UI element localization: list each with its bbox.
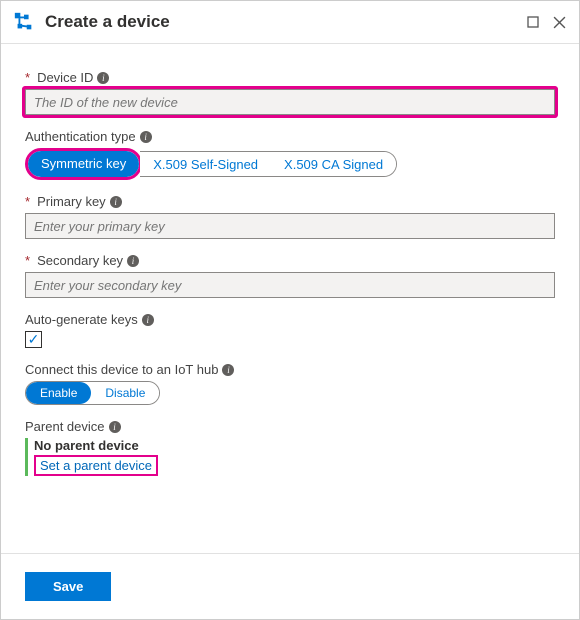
panel-title: Create a device [45,12,515,32]
auth-type-label: Authentication type i [25,129,555,144]
device-id-label: * Device ID i [25,70,555,85]
required-asterisk: * [25,70,30,85]
set-parent-device-link[interactable]: Set a parent device [34,455,158,476]
create-device-panel: Create a device * Device ID i Authentica… [0,0,580,620]
autogen-checkbox[interactable]: ✓ [25,331,42,348]
info-icon[interactable]: i [142,314,154,326]
info-icon[interactable]: i [127,255,139,267]
auth-type-segmented-rest: X.509 Self-Signed X.509 CA Signed [140,151,397,177]
secondary-key-label: * Secondary key i [25,253,555,268]
info-icon[interactable]: i [110,196,122,208]
iot-disable-option[interactable]: Disable [91,382,159,404]
connect-hub-label: Connect this device to an IoT hub i [25,362,555,377]
device-id-label-text: Device ID [37,70,93,85]
primary-key-label-text: Primary key [37,194,106,209]
auth-type-highlight: Symmetric key [25,148,142,180]
autogen-label-text: Auto-generate keys [25,312,138,327]
info-icon[interactable]: i [222,364,234,376]
form-content: * Device ID i Authentication type i Symm… [1,44,579,553]
auth-option-self-signed[interactable]: X.509 Self-Signed [140,152,271,176]
primary-key-label: * Primary key i [25,194,555,209]
save-button[interactable]: Save [25,572,111,601]
required-asterisk: * [25,253,30,268]
info-icon[interactable]: i [140,131,152,143]
info-icon[interactable]: i [109,421,121,433]
auth-type-segmented: Symmetric key [28,151,139,177]
auth-option-symmetric[interactable]: Symmetric key [28,151,139,177]
required-asterisk: * [25,194,30,209]
panel-header: Create a device [1,1,579,44]
device-id-input[interactable] [25,89,555,115]
close-icon[interactable] [551,14,567,30]
primary-key-input[interactable] [25,213,555,239]
auth-option-ca-signed[interactable]: X.509 CA Signed [271,152,396,176]
iot-enable-option[interactable]: Enable [26,382,91,404]
parent-device-label: Parent device i [25,419,555,434]
panel-footer: Save [1,553,579,619]
autogen-label: Auto-generate keys i [25,312,555,327]
restore-window-icon[interactable] [525,14,541,30]
parent-device-block: No parent device Set a parent device [25,438,555,476]
auth-type-label-text: Authentication type [25,129,136,144]
iot-logo-icon [13,11,35,33]
parent-device-label-text: Parent device [25,419,105,434]
connect-hub-label-text: Connect this device to an IoT hub [25,362,218,377]
info-icon[interactable]: i [97,72,109,84]
secondary-key-label-text: Secondary key [37,253,123,268]
parent-device-none: No parent device [34,438,555,453]
secondary-key-input[interactable] [25,272,555,298]
iot-hub-toggle: Enable Disable [25,381,160,405]
